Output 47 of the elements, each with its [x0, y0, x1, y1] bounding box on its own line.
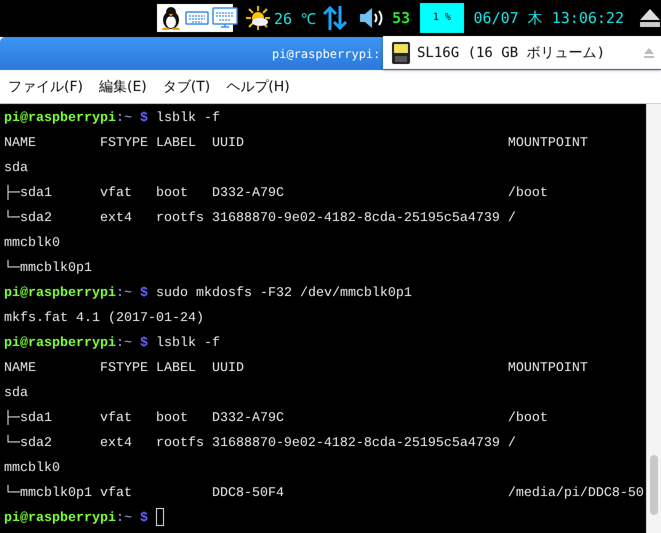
output-line: ├─sda1 vfat boot D332-A79C /boot [4, 411, 548, 426]
prompt-symbol: $ [140, 111, 148, 126]
command-text: lsblk -f [156, 111, 220, 126]
output-line: mmcblk0 [4, 461, 60, 476]
volume-text: 53 [392, 9, 410, 27]
penguin-icon[interactable] [160, 6, 182, 30]
drive-label: SL16G (16 GB ボリューム) [417, 44, 606, 62]
menu-item[interactable]: 編集(E) [98, 78, 147, 96]
prompt-user: pi@raspberrypi [4, 111, 116, 126]
prompt-symbol: $ [140, 511, 148, 526]
prompt-path: :~ [116, 111, 132, 126]
output-line: └─sda2 ext4 rootfs 31688870-9e02-4182-8cda-25195c5a4739 / [4, 436, 516, 451]
scrollbar-thumb[interactable] [650, 455, 658, 515]
command-text: lsblk -f [156, 336, 220, 351]
menu-item[interactable]: タブ(T) [162, 78, 210, 96]
eject-icon[interactable] [639, 8, 661, 28]
output-line: NAME FSTYPE LABEL UUID MOUNTPOINT [4, 136, 588, 151]
prompt-path: :~ [116, 336, 132, 351]
menu-item[interactable]: ファイル(F) [8, 78, 83, 96]
prompt-path: :~ [116, 286, 132, 301]
drive-icon [391, 40, 411, 64]
output-line: └─mmcblk0p1 [4, 261, 92, 276]
output-line: └─mmcblk0p1 vfat DDC8-50F4 /media/pi/DDC8-50 [4, 486, 644, 501]
command-text: sudo mkdosfs -F32 /dev/mmcblk0p1 [156, 286, 412, 301]
prompt-path: :~ [116, 511, 132, 526]
output-line: sda [4, 161, 28, 176]
prompt-user: pi@raspberrypi [4, 511, 116, 526]
prompt-symbol: $ [140, 336, 148, 351]
drive-item[interactable]: SL16G (16 GB ボリューム) [383, 36, 661, 69]
output-line: mkfs.fat 4.1 (2017-01-24) [4, 311, 204, 326]
cpu-meter[interactable]: 1 % [420, 3, 464, 33]
keyboard-icon[interactable] [212, 7, 238, 29]
menu-item[interactable]: ヘルプ(H) [226, 78, 290, 96]
scrollbar[interactable] [646, 104, 661, 533]
output-line: ├─sda1 vfat boot D332-A79C /boot [4, 186, 548, 201]
output-line: NAME FSTYPE LABEL UUID MOUNTPOINT [4, 361, 588, 376]
output-line: mmcblk0 [4, 236, 60, 251]
up-down-arrows-icon[interactable] [322, 5, 348, 31]
output-line: sda [4, 386, 28, 401]
window-title: pi@raspberrypi: [272, 46, 380, 60]
prompt-user: pi@raspberrypi [4, 336, 116, 351]
prompt-user: pi@raspberrypi [4, 286, 116, 301]
prompt-symbol: $ [140, 286, 148, 301]
output-line: └─sda2 ext4 rootfs 31688870-9e02-4182-8cda-25195c5a4739 / [4, 211, 516, 226]
temperature-text: 26 ℃ [274, 9, 316, 28]
clock-text[interactable]: 06/07 木 13:06:22 [474, 8, 624, 28]
sun-cloud-icon[interactable] [245, 5, 271, 31]
